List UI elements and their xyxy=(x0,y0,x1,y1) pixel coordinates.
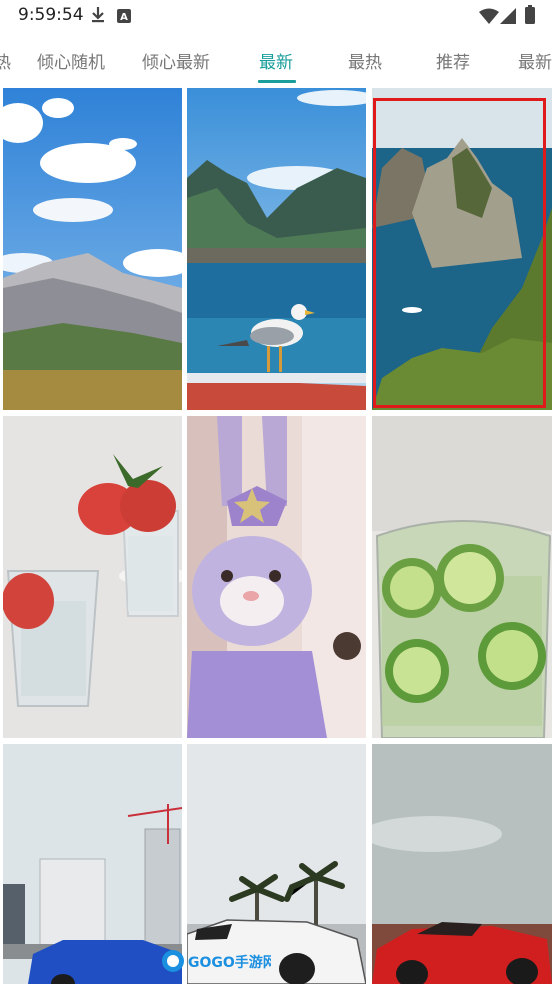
tab-random[interactable]: 倾心随机 xyxy=(37,48,105,84)
tab-latest-2[interactable]: 最新 xyxy=(518,48,552,84)
wallpaper-tomato-glasses[interactable] xyxy=(3,416,182,738)
signal-icon xyxy=(500,8,516,28)
active-tab-indicator xyxy=(258,80,296,83)
wallpaper-mountain-meadow[interactable] xyxy=(3,88,182,410)
wallpaper-sea-stacks[interactable] xyxy=(372,88,552,410)
tab-recommended[interactable]: 推荐 xyxy=(436,48,470,84)
tab-latest-qingxin[interactable]: 倾心最新 xyxy=(142,48,210,84)
status-time: 9:59:54 xyxy=(18,5,84,25)
wallpaper-purple-bunny[interactable] xyxy=(187,416,366,738)
wallpaper-cucumber-drink[interactable] xyxy=(372,416,552,738)
watermark-text: GOGO手游网 xyxy=(188,954,271,971)
a-badge-icon: A xyxy=(117,8,131,27)
battery-icon xyxy=(525,5,535,28)
wallpaper-seagull-fjord[interactable] xyxy=(187,88,366,410)
tab-hottest[interactable]: 最热 xyxy=(348,48,382,84)
a-badge-label: A xyxy=(120,12,128,23)
watermark-logo: GOGO手游网 xyxy=(161,947,277,975)
download-icon xyxy=(90,6,106,28)
wallpaper-red-sports-car[interactable] xyxy=(372,744,552,984)
tab-item[interactable]: 热 xyxy=(0,48,11,84)
category-tabs: 热 倾心随机 倾心最新 最新 最热 推荐 最新 xyxy=(0,48,554,84)
status-bar: 9:59:54 A xyxy=(0,0,554,32)
wallpaper-city-blue-car[interactable] xyxy=(3,744,182,984)
tab-latest[interactable]: 最新 xyxy=(259,48,293,84)
wifi-icon xyxy=(479,8,499,28)
